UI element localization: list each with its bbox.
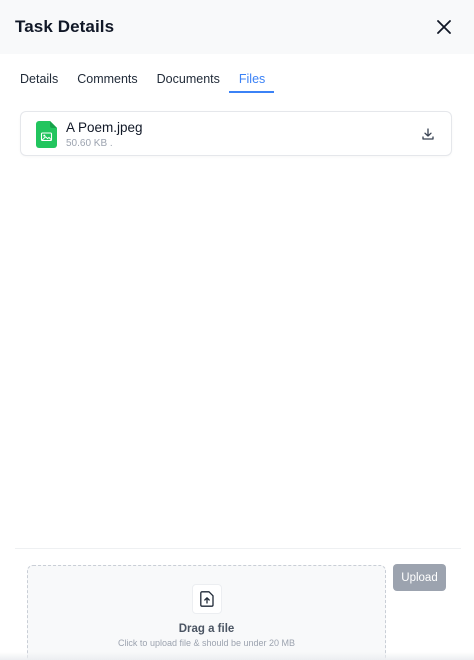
- file-size: 50.60 KB .: [66, 138, 113, 149]
- upload-button[interactable]: Upload: [393, 564, 446, 591]
- file-dropzone[interactable]: Drag a file Click to upload file & shoul…: [27, 565, 386, 660]
- tab-comments[interactable]: Comments: [67, 68, 146, 93]
- tab-files[interactable]: Files: [228, 68, 275, 93]
- download-icon: [422, 128, 434, 140]
- file-list-item[interactable]: A Poem.jpeg 50.60 KB .: [20, 111, 452, 156]
- dropzone-title: Drag a file: [178, 623, 235, 635]
- file-upload-icon: [200, 591, 214, 607]
- close-button[interactable]: [432, 15, 456, 39]
- upload-icon-container: [192, 584, 222, 614]
- panel-header: Task Details: [0, 0, 474, 54]
- footer-divider: [15, 548, 461, 549]
- tab-details[interactable]: Details: [10, 68, 67, 93]
- image-file-icon: [36, 121, 57, 148]
- bottom-edge-shadow: [0, 652, 474, 660]
- tab-documents[interactable]: Documents: [147, 68, 229, 93]
- close-icon: [437, 20, 451, 34]
- panel-title: Task Details: [15, 17, 115, 36]
- task-details-panel: Task Details Details Comments Documents …: [0, 0, 474, 660]
- file-name: A Poem.jpeg: [66, 120, 143, 135]
- tab-bar: Details Comments Documents Files: [10, 68, 275, 94]
- dropzone-hint: Click to upload file & should be under 2…: [117, 638, 296, 648]
- download-button[interactable]: [421, 127, 435, 141]
